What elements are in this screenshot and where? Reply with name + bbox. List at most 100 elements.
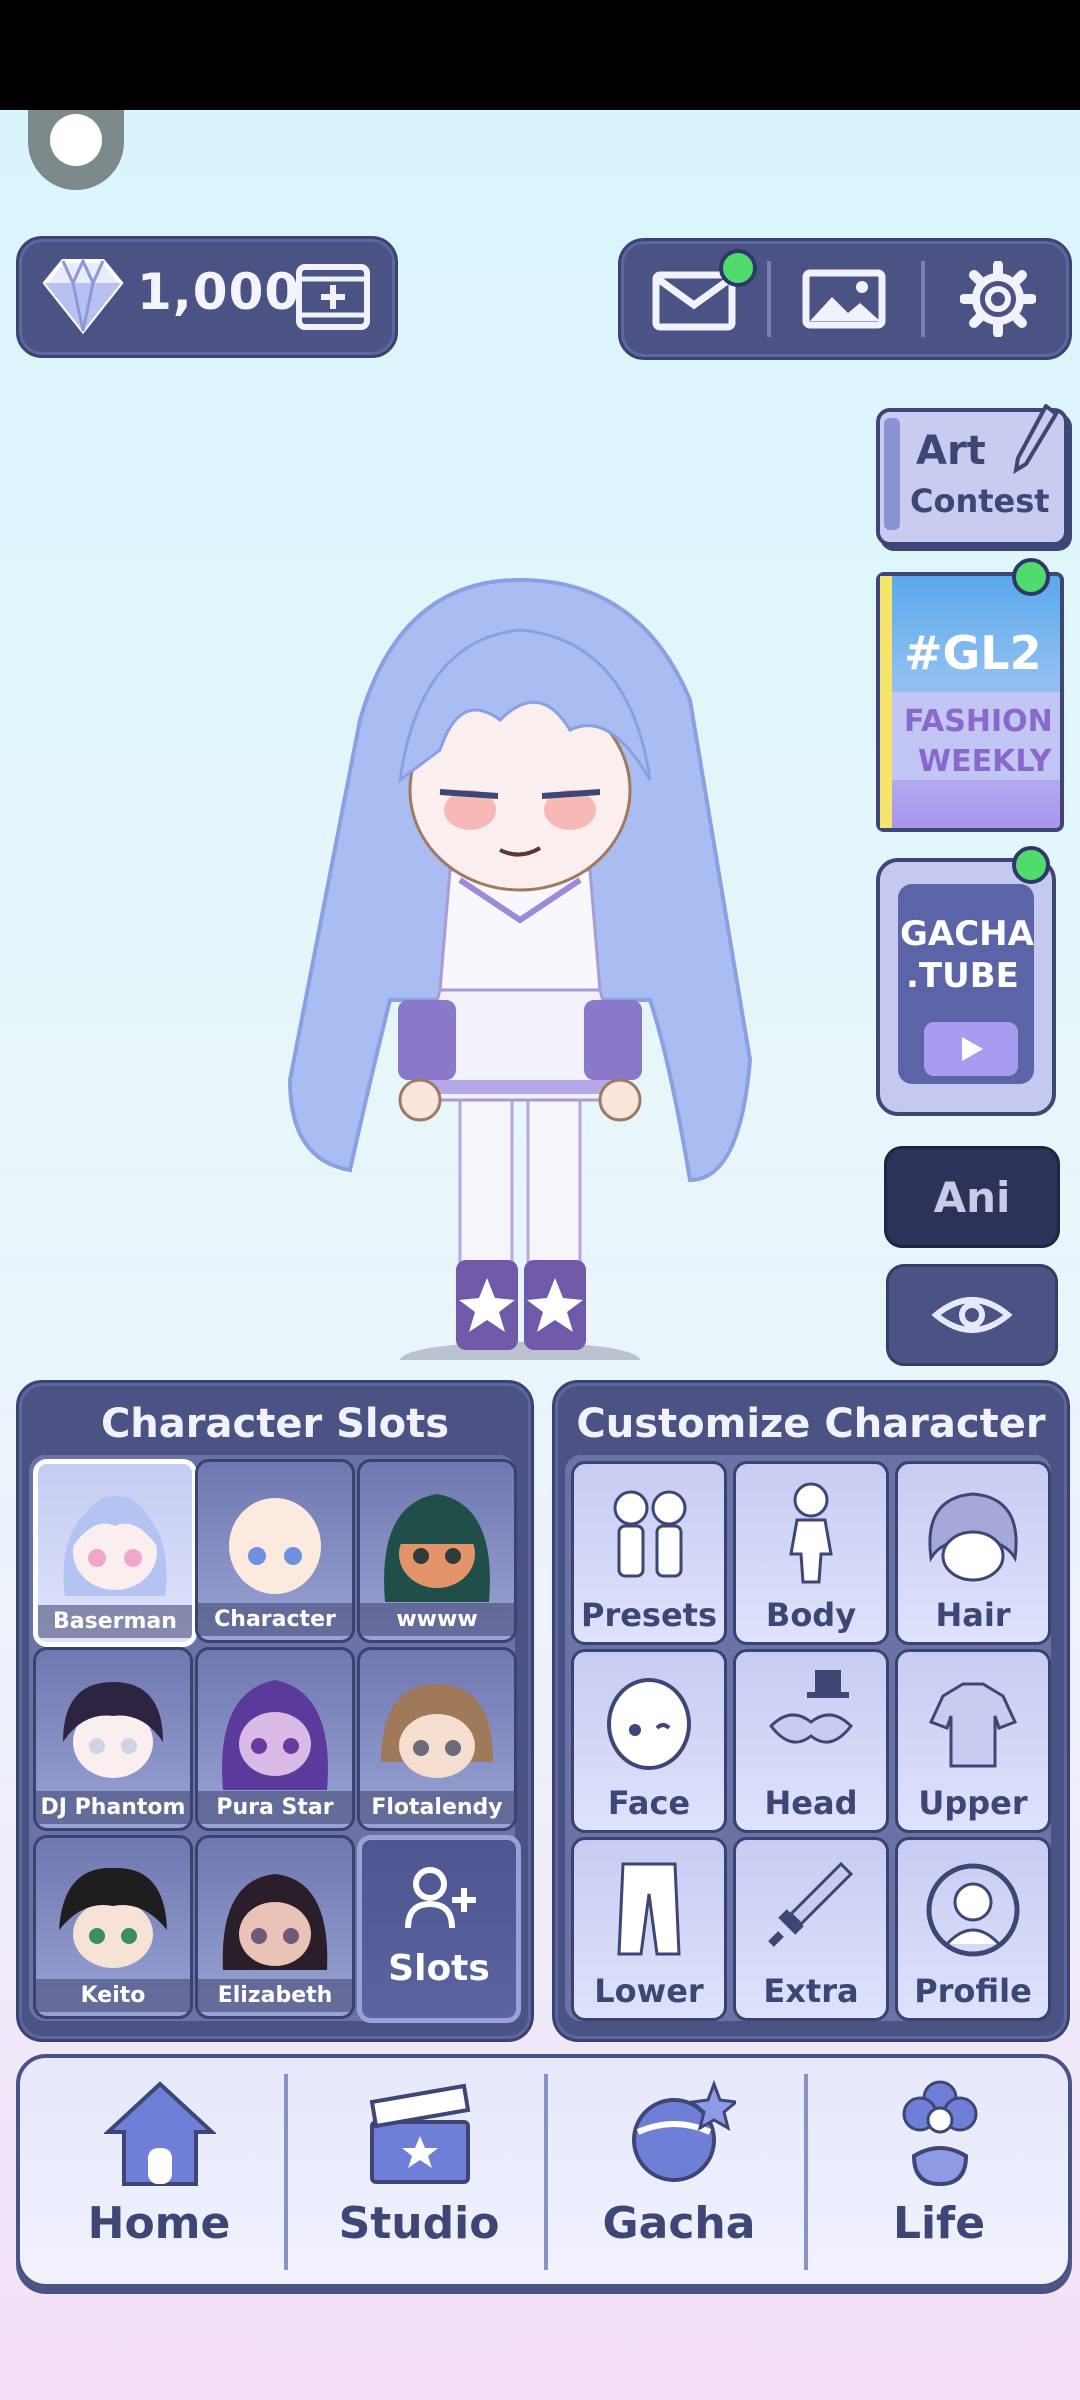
visibility-toggle-button[interactable]	[886, 1264, 1058, 1366]
add-slots-button[interactable]: Slots	[357, 1835, 521, 2023]
character-slot-5[interactable]: Pura Star	[195, 1647, 355, 1831]
art-contest-title: Art	[916, 428, 986, 474]
customize-label: Lower	[594, 1972, 704, 2010]
customize-presets-button[interactable]: Presets	[571, 1461, 727, 1645]
character-slot-6[interactable]: Flotalendy	[357, 1647, 517, 1831]
gl2-notification-dot	[1012, 558, 1050, 596]
settings-button[interactable]	[925, 241, 1071, 357]
shirt-icon	[928, 1682, 1018, 1768]
nav-label: Studio	[338, 2198, 500, 2249]
character-slot-2[interactable]: Character	[195, 1459, 355, 1643]
character-avatar	[63, 1496, 167, 1596]
slot-label: Keito	[36, 1979, 190, 2012]
hair-icon	[928, 1492, 1018, 1582]
character-slot-4[interactable]: DJ Phantom	[33, 1647, 193, 1831]
character-slot-8[interactable]: Elizabeth	[195, 1835, 355, 2019]
slot-label: wwww	[360, 1603, 514, 1636]
nav-home[interactable]: Home	[30, 2058, 288, 2284]
customize-grid: Presets Body Hair Face Head Upper Lower …	[565, 1455, 1051, 2021]
currency-amount: 1,000	[137, 263, 301, 321]
character-slots-grid: Baserman Character wwww DJ Phantom Pura …	[29, 1455, 521, 2023]
character-avatar	[63, 1682, 163, 1778]
status-bar	[0, 0, 1080, 110]
gear-icon	[960, 261, 1036, 337]
nav-label: Life	[892, 2198, 986, 2249]
character-avatar	[381, 1684, 493, 1778]
gacha-tube-notification-dot	[1012, 846, 1050, 884]
image-icon	[802, 269, 886, 329]
pencil-icon	[1013, 404, 1059, 474]
face-icon	[607, 1678, 691, 1770]
ani-button[interactable]: Ani	[884, 1146, 1060, 1248]
gacha-tube-button[interactable]: GACHA .TUBE	[876, 858, 1056, 1116]
customize-label: Body	[765, 1596, 857, 1634]
character-avatar	[59, 1867, 167, 1968]
art-contest-subtitle: Contest	[910, 482, 1050, 520]
customize-label: Upper	[918, 1784, 1028, 1822]
sword-icon	[768, 1861, 854, 1947]
customize-label: Hair	[935, 1596, 1011, 1634]
gacha-capsule-icon	[632, 2079, 736, 2182]
add-slots-label: Slots	[388, 1948, 490, 1989]
character-avatar	[229, 1498, 321, 1594]
gl2-title: #GL2	[904, 626, 1042, 680]
bottom-navigation: Home Studio Gacha Life	[16, 2054, 1072, 2288]
gl2-fashion-weekly-button[interactable]: #GL2 FASHION WEEKLY	[876, 572, 1064, 832]
character-slots-title: Character Slots	[100, 1401, 450, 1447]
nav-life[interactable]: Life	[810, 2058, 1068, 2284]
customize-body-button[interactable]: Body	[733, 1461, 889, 1645]
customize-character-title: Customize Character	[576, 1401, 1046, 1447]
slot-label: Elizabeth	[198, 1979, 352, 2012]
customize-label: Profile	[914, 1972, 1032, 2010]
customize-upper-button[interactable]: Upper	[895, 1649, 1051, 1833]
top-right-toolbar	[618, 238, 1072, 360]
customize-label: Extra	[763, 1972, 859, 2010]
customize-profile-button[interactable]: Profile	[895, 1837, 1051, 2021]
currency-bar: 1,000	[16, 236, 398, 358]
character-slot-7[interactable]: Keito	[33, 1835, 193, 2019]
profile-icon	[926, 1863, 1020, 1957]
slot-label: DJ Phantom	[36, 1791, 190, 1824]
customize-face-button[interactable]: Face	[571, 1649, 727, 1833]
character-avatar	[384, 1494, 490, 1602]
presets-icon	[613, 1490, 687, 1578]
flower-icon	[902, 2080, 978, 2187]
customize-label: Presets	[580, 1596, 718, 1634]
slot-label: Baserman	[38, 1605, 192, 1638]
nav-label: Home	[87, 2198, 231, 2249]
customize-extra-button[interactable]: Extra	[733, 1837, 889, 2021]
head-accessory-icon	[769, 1670, 853, 1744]
gallery-button[interactable]	[771, 241, 917, 357]
nav-label: Gacha	[602, 2198, 756, 2249]
pants-icon	[617, 1862, 681, 1956]
customize-hair-button[interactable]: Hair	[895, 1461, 1051, 1645]
gl2-subtitle-2: WEEKLY	[918, 744, 1052, 779]
record-ring	[28, 110, 124, 190]
character-slot-3[interactable]: wwww	[357, 1459, 517, 1643]
slot-label: Pura Star	[198, 1791, 352, 1824]
record-button[interactable]	[28, 110, 128, 190]
character-avatar	[222, 1874, 328, 1970]
nav-gacha[interactable]: Gacha	[550, 2058, 808, 2284]
customize-head-button[interactable]: Head	[733, 1649, 889, 1833]
house-icon	[104, 2081, 216, 2186]
gl2-subtitle-1: FASHION	[904, 704, 1053, 739]
clapperboard-icon	[369, 2083, 471, 2184]
character-avatar	[222, 1680, 328, 1790]
customize-lower-button[interactable]: Lower	[571, 1837, 727, 2021]
slot-label: Character	[198, 1603, 352, 1636]
customize-label: Face	[607, 1784, 691, 1822]
character-slot-1[interactable]: Baserman	[33, 1459, 197, 1647]
slot-label: Flotalendy	[360, 1791, 514, 1824]
body-icon	[789, 1482, 833, 1584]
customize-character-panel: Customize Character Presets Body Hair Fa…	[552, 1380, 1070, 2042]
add-currency-icon[interactable]	[293, 257, 373, 337]
art-contest-button[interactable]: Art Contest	[876, 404, 1068, 546]
character-slots-panel: Character Slots Baserman Character wwww …	[16, 1380, 534, 2042]
play-icon	[924, 1022, 1018, 1076]
character-preview[interactable]	[270, 560, 770, 1360]
nav-studio[interactable]: Studio	[290, 2058, 548, 2284]
eye-icon	[932, 1297, 1012, 1333]
diamond-icon	[42, 257, 124, 335]
gacha-tube-line1: GACHA	[900, 914, 1034, 954]
